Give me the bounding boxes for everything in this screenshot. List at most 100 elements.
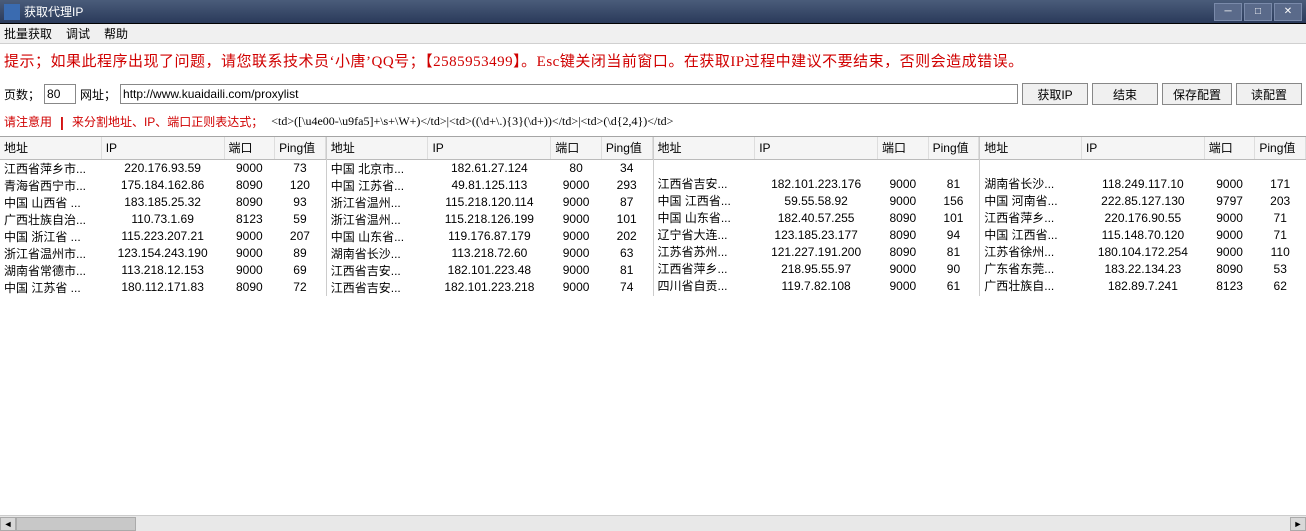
- table-row[interactable]: 中国 山东省...182.40.57.2558090101: [654, 209, 979, 226]
- column-header-addr[interactable]: 地址: [980, 137, 1081, 159]
- cell-addr: [654, 159, 755, 175]
- cell-addr: 中国 江西省...: [980, 226, 1081, 243]
- cell-addr: 江西省吉安...: [327, 279, 428, 296]
- url-label: 网址；: [80, 86, 116, 103]
- table-row[interactable]: 广西壮族自...182.89.7.241812362: [980, 277, 1305, 294]
- save-config-button[interactable]: 保存配置: [1162, 83, 1232, 105]
- cell-ping: [1255, 159, 1306, 175]
- menu-debug[interactable]: 调试: [66, 25, 90, 42]
- cell-port: 8090: [224, 279, 275, 296]
- table-row[interactable]: 中国 山东省...119.176.87.1799000202: [327, 228, 652, 245]
- table-row[interactable]: 中国 江苏省...49.81.125.1139000293: [327, 177, 652, 194]
- scroll-left-arrow[interactable]: ◄: [0, 517, 16, 531]
- table-row[interactable]: 中国 江西省...115.148.70.120900071: [980, 226, 1305, 243]
- table-row[interactable]: 湖南省长沙...118.249.117.109000171: [980, 175, 1305, 192]
- table-row[interactable]: 江西省萍乡...220.176.90.55900071: [980, 209, 1305, 226]
- table-row[interactable]: 中国 江苏省 ...180.112.171.83809072: [0, 279, 325, 296]
- cell-ip: 49.81.125.113: [428, 177, 551, 194]
- proxy-table: 地址IP端口Ping值中国 北京市...182.61.27.1248034中国 …: [327, 137, 654, 296]
- column-header-ip[interactable]: IP: [1081, 137, 1204, 159]
- cell-port: 9000: [551, 245, 602, 262]
- column-header-ip[interactable]: IP: [428, 137, 551, 159]
- table-row[interactable]: 江西省萍乡...218.95.55.97900090: [654, 260, 979, 277]
- column-header-ping[interactable]: Ping值: [928, 137, 979, 159]
- column-header-ping[interactable]: Ping值: [1255, 137, 1306, 159]
- table-row[interactable]: 江西省吉安...182.101.223.176900081: [654, 175, 979, 192]
- cell-ip: 115.148.70.120: [1081, 226, 1204, 243]
- url-input[interactable]: [120, 84, 1018, 104]
- table-row[interactable]: 湖南省常德市...113.218.12.153900069: [0, 262, 325, 279]
- table-row[interactable]: 江苏省苏州...121.227.191.200809081: [654, 243, 979, 260]
- table-row[interactable]: 中国 北京市...182.61.27.1248034: [327, 159, 652, 177]
- table-row[interactable]: 青海省西宁市...175.184.162.868090120: [0, 177, 325, 194]
- column-header-addr[interactable]: 地址: [327, 137, 428, 159]
- cell-ip: 121.227.191.200: [755, 243, 878, 260]
- column-header-port[interactable]: 端口: [1204, 137, 1255, 159]
- cell-ip: 115.218.120.114: [428, 194, 551, 211]
- table-row[interactable]: [654, 159, 979, 175]
- cell-ip: 182.89.7.241: [1081, 277, 1204, 294]
- table-row[interactable]: 浙江省温州市...123.154.243.190900089: [0, 245, 325, 262]
- stop-button[interactable]: 结束: [1092, 83, 1158, 105]
- cell-ip: 220.176.93.59: [101, 159, 224, 177]
- table-row[interactable]: 中国 江西省...59.55.58.929000156: [654, 192, 979, 209]
- column-header-ip[interactable]: IP: [755, 137, 878, 159]
- horizontal-scrollbar[interactable]: ◄ ►: [0, 515, 1306, 531]
- column-header-port[interactable]: 端口: [878, 137, 929, 159]
- minimize-button[interactable]: ─: [1214, 3, 1242, 21]
- scrollbar-thumb[interactable]: [16, 517, 136, 531]
- table-row[interactable]: 中国 山西省 ...183.185.25.32809093: [0, 194, 325, 211]
- column-header-addr[interactable]: 地址: [0, 137, 101, 159]
- scroll-right-arrow[interactable]: ►: [1290, 517, 1306, 531]
- cell-ip: 110.73.1.69: [101, 211, 224, 228]
- app-icon: [4, 4, 20, 20]
- table-row[interactable]: 广东省东莞...183.22.134.23809053: [980, 260, 1305, 277]
- cell-addr: 中国 北京市...: [327, 159, 428, 177]
- table-row[interactable]: 中国 浙江省 ...115.223.207.219000207: [0, 228, 325, 245]
- cell-port: 9000: [1204, 243, 1255, 260]
- column-header-ip[interactable]: IP: [101, 137, 224, 159]
- cell-port: 9000: [1204, 209, 1255, 226]
- cell-addr: 浙江省温州市...: [0, 245, 101, 262]
- pages-input[interactable]: [44, 84, 76, 104]
- cell-addr: 湖南省长沙...: [980, 175, 1081, 192]
- close-button[interactable]: ✕: [1274, 3, 1302, 21]
- maximize-button[interactable]: □: [1244, 3, 1272, 21]
- cell-ping: 156: [928, 192, 979, 209]
- get-ip-button[interactable]: 获取IP: [1022, 83, 1088, 105]
- cell-ping: 110: [1255, 243, 1306, 260]
- table-row[interactable]: 辽宁省大连...123.185.23.177809094: [654, 226, 979, 243]
- table-row[interactable]: 中国 河南省...222.85.127.1309797203: [980, 192, 1305, 209]
- column-header-ping[interactable]: Ping值: [601, 137, 652, 159]
- cell-port: 9000: [224, 245, 275, 262]
- cell-addr: 广东省东莞...: [980, 260, 1081, 277]
- cell-ping: 71: [1255, 209, 1306, 226]
- table-row[interactable]: 四川省自贡...119.7.82.108900061: [654, 277, 979, 294]
- table-row[interactable]: 江西省萍乡市...220.176.93.59900073: [0, 159, 325, 177]
- cell-ip: 59.55.58.92: [755, 192, 878, 209]
- menu-help[interactable]: 帮助: [104, 25, 128, 42]
- cell-ip: [755, 159, 878, 175]
- table-row[interactable]: 江苏省徐州...180.104.172.2549000110: [980, 243, 1305, 260]
- cell-addr: 江西省吉安...: [327, 262, 428, 279]
- column-header-addr[interactable]: 地址: [654, 137, 755, 159]
- cell-addr: 江西省萍乡市...: [0, 159, 101, 177]
- table-row[interactable]: [980, 159, 1305, 175]
- table-row[interactable]: 浙江省温州...115.218.120.114900087: [327, 194, 652, 211]
- table-row[interactable]: 浙江省温州...115.218.126.1999000101: [327, 211, 652, 228]
- column-header-port[interactable]: 端口: [224, 137, 275, 159]
- proxy-table: 地址IP端口Ping值江西省吉安...182.101.223.176900081…: [654, 137, 981, 296]
- menu-batch[interactable]: 批量获取: [4, 25, 52, 42]
- table-row[interactable]: 广西壮族自治...110.73.1.69812359: [0, 211, 325, 228]
- column-header-port[interactable]: 端口: [551, 137, 602, 159]
- table-row[interactable]: 江西省吉安...182.101.223.48900081: [327, 262, 652, 279]
- cell-port: 9000: [878, 175, 929, 192]
- cell-port: 9000: [224, 262, 275, 279]
- cell-ip: 180.112.171.83: [101, 279, 224, 296]
- table-row[interactable]: 湖南省长沙...113.218.72.60900063: [327, 245, 652, 262]
- regex-row: 请注意用 | 来分割地址、IP、端口正则表达式； <td>([\u4e00-\u…: [0, 107, 1306, 136]
- read-config-button[interactable]: 读配置: [1236, 83, 1302, 105]
- column-header-ping[interactable]: Ping值: [275, 137, 326, 159]
- cell-ping: 293: [601, 177, 652, 194]
- table-row[interactable]: 江西省吉安...182.101.223.218900074: [327, 279, 652, 296]
